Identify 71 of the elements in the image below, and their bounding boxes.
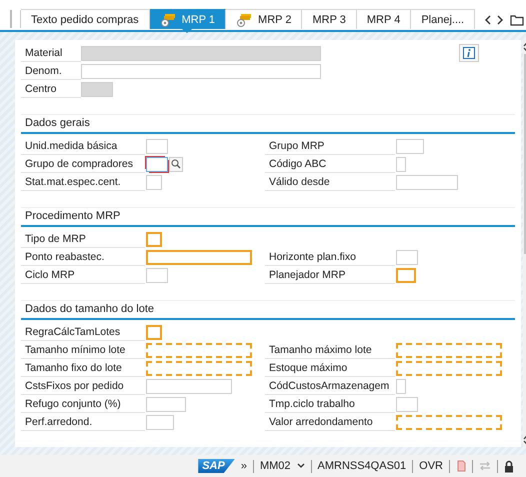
search-help-button[interactable] <box>169 156 183 172</box>
input-field[interactable] <box>146 324 162 340</box>
input-field[interactable] <box>396 342 502 358</box>
field-label: CstsFixos por pedido <box>21 378 145 394</box>
input-field[interactable] <box>396 396 418 412</box>
info-button[interactable] <box>459 44 479 62</box>
input-field[interactable] <box>396 250 418 264</box>
input-field[interactable] <box>146 174 162 190</box>
input-field[interactable] <box>396 378 406 394</box>
document-gear-icon <box>236 12 252 26</box>
field-label: Stat.mat.espec.cent. <box>21 174 145 190</box>
document-icon[interactable] <box>456 460 466 472</box>
field-label: Válido desde <box>265 174 395 190</box>
field-label: Ponto reabastec. <box>21 248 145 266</box>
input-field[interactable] <box>81 64 321 78</box>
field-label: Tamanho máximo lote <box>265 342 395 358</box>
field-label: Valor arredondamento <box>265 414 395 430</box>
input-field[interactable] <box>146 250 252 264</box>
input-field[interactable] <box>146 414 174 430</box>
field-label: Tipo de MRP <box>21 230 145 248</box>
tab[interactable]: MRP 2 <box>226 9 302 29</box>
sap-logo: SAP <box>198 459 235 473</box>
input-field[interactable] <box>146 378 232 394</box>
field-label: Refugo conjunto (%) <box>21 396 145 412</box>
field-label: CódCustosArmazenagem <box>265 378 395 394</box>
input-field[interactable] <box>396 414 502 430</box>
input-field[interactable] <box>146 342 252 358</box>
field-label: Tamanho mínimo lote <box>21 342 145 358</box>
field-label: RegraCálcTamLotes <box>21 324 145 340</box>
field-label: Horizonte plan.fixo <box>265 248 395 266</box>
document-gear-icon <box>160 12 176 26</box>
section-title: Procedimento MRP <box>21 208 515 227</box>
input-field[interactable] <box>396 138 424 154</box>
field-label: Planejador MRP <box>265 266 395 284</box>
field-label: Unid.medida básica <box>21 138 145 154</box>
field-label: Ciclo MRP <box>21 266 145 284</box>
system-name: AMRNSS4QAS01 <box>318 460 406 472</box>
tab[interactable]: Texto pedido compras <box>21 9 150 29</box>
field-label: Perf.arredond. <box>21 414 145 430</box>
input-field[interactable] <box>146 360 252 376</box>
input-field[interactable] <box>396 268 416 282</box>
folder-icon[interactable] <box>510 14 524 26</box>
input-field[interactable] <box>146 232 162 246</box>
input-field[interactable] <box>146 138 168 154</box>
input-field[interactable] <box>146 396 186 412</box>
tab[interactable]: MRP 4 <box>356 9 412 29</box>
section-title: Dados do tamanho do lote <box>21 301 515 320</box>
input-field[interactable] <box>146 156 168 172</box>
input-field[interactable] <box>396 360 502 376</box>
input-field[interactable] <box>396 174 458 190</box>
field-label: Grupo de compradores <box>21 156 145 172</box>
field-label: Estoque máximo <box>265 360 395 376</box>
info-icon <box>463 47 475 59</box>
search-icon <box>171 159 181 169</box>
chevron-left-icon[interactable] <box>484 15 491 25</box>
chevron-right-icon[interactable] <box>497 15 504 25</box>
expand-text[interactable]: » <box>240 460 247 472</box>
lock-icon[interactable] <box>504 460 514 472</box>
transaction-code: MM02 <box>260 460 290 472</box>
caret-icon[interactable] <box>296 463 304 469</box>
tab[interactable]: Planej.... <box>411 9 476 29</box>
field-label: Tamanho fixo do lote <box>21 360 145 376</box>
section-title: Dados gerais <box>21 115 515 134</box>
swap-arrows-icon[interactable] <box>479 461 491 471</box>
input-field[interactable] <box>396 156 406 172</box>
mode-indicator: OVR <box>419 460 443 472</box>
input-field[interactable] <box>146 268 168 282</box>
tab[interactable]: MRP 3 <box>302 9 357 29</box>
field-label: Código ABC <box>265 156 395 172</box>
field-label: Grupo MRP <box>265 138 395 154</box>
field-label: Tmp.ciclo trabalho <box>265 396 395 412</box>
